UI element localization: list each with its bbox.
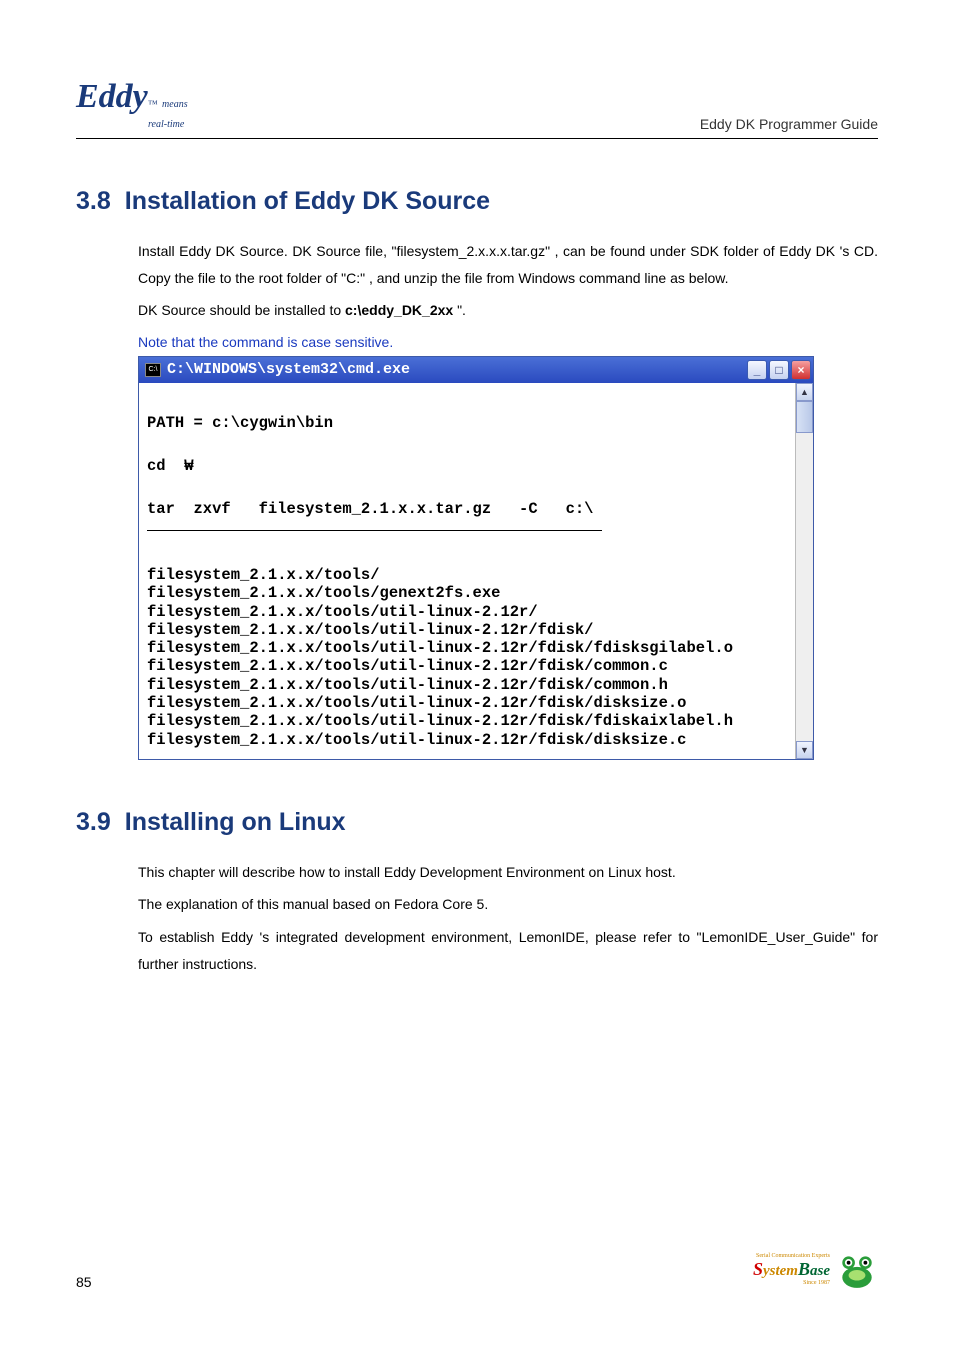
page-number: 85 — [76, 1274, 92, 1290]
out-line: filesystem_2.1.x.x/tools/util-linux-2.12… — [147, 731, 787, 749]
scroll-track[interactable] — [796, 433, 813, 741]
cmd-line: cd ₩ — [147, 454, 787, 479]
paragraph: The explanation of this manual based on … — [138, 891, 878, 918]
page-header: Eddy™ means real-time Eddy DK Programmer… — [76, 80, 878, 139]
scroll-down-icon[interactable]: ▼ — [796, 741, 813, 759]
guide-title: Eddy DK Programmer Guide — [700, 116, 878, 132]
scroll-thumb[interactable] — [796, 401, 813, 433]
out-line: filesystem_2.1.x.x/tools/ — [147, 566, 787, 584]
footer: 85 Serial Communication Experts SystemBa… — [76, 1248, 878, 1290]
close-button[interactable]: × — [791, 360, 811, 380]
cmd-output: filesystem_2.1.x.x/tools/filesystem_2.1.… — [147, 544, 787, 749]
scroll-up-icon[interactable]: ▲ — [796, 383, 813, 401]
paragraph: DK Source should be installed to c:\eddy… — [138, 297, 878, 324]
logo-main: Eddy — [76, 78, 148, 115]
titlebar: C:\ C:\WINDOWS\system32\cmd.exe _ □ × — [139, 357, 813, 383]
heading-num: 3.9 — [76, 808, 111, 836]
cmd-line: tar zxvf filesystem_2.1.x.x.tar.gz -C c:… — [147, 497, 787, 522]
frog-icon — [836, 1248, 878, 1290]
cmd-content: PATH = c:\cygwin\bin cd ₩ tar zxvf files… — [139, 383, 795, 759]
out-line: filesystem_2.1.x.x/tools/genext2fs.exe — [147, 584, 787, 602]
paragraph: Install Eddy DK Source. DK Source file, … — [138, 238, 878, 291]
paragraph: To establish Eddy 's integrated developm… — [138, 924, 878, 977]
logo-sub1: means — [162, 99, 188, 110]
heading-3-9: 3.9 Installing on Linux — [76, 808, 878, 837]
heading-3-8: 3.8 Installation of Eddy DK Source — [76, 187, 878, 216]
heading-text: Installation of Eddy DK Source — [125, 187, 490, 215]
cmd-window: C:\ C:\WINDOWS\system32\cmd.exe _ □ × PA… — [138, 356, 814, 760]
systembase-logo: Serial Communication Experts SystemBase … — [753, 1248, 878, 1290]
brand-tag: Serial Communication Experts — [753, 1253, 830, 1259]
logo-tm: ™ — [148, 99, 158, 110]
out-line: filesystem_2.1.x.x/tools/util-linux-2.12… — [147, 712, 787, 730]
titlebar-text: C:\WINDOWS\system32\cmd.exe — [167, 361, 747, 378]
minimize-button[interactable]: _ — [747, 360, 767, 380]
out-line: filesystem_2.1.x.x/tools/util-linux-2.12… — [147, 603, 787, 621]
separator — [147, 530, 602, 531]
maximize-button[interactable]: □ — [769, 360, 789, 380]
note: Note that the command is case sensitive. — [138, 334, 878, 350]
out-line: filesystem_2.1.x.x/tools/util-linux-2.12… — [147, 639, 787, 657]
out-line: filesystem_2.1.x.x/tools/util-linux-2.12… — [147, 694, 787, 712]
cmd-icon: C:\ — [145, 363, 161, 377]
paragraph: This chapter will describe how to instal… — [138, 859, 878, 886]
heading-num: 3.8 — [76, 187, 111, 215]
cmd-line: PATH = c:\cygwin\bin — [147, 411, 787, 436]
out-line: filesystem_2.1.x.x/tools/util-linux-2.12… — [147, 676, 787, 694]
logo: Eddy™ means real-time — [76, 80, 188, 132]
scrollbar[interactable]: ▲ ▼ — [795, 383, 813, 759]
brand-since: Since 1987 — [753, 1280, 830, 1286]
heading-text: Installing on Linux — [125, 808, 346, 836]
out-line: filesystem_2.1.x.x/tools/util-linux-2.12… — [147, 657, 787, 675]
logo-sub2: real-time — [148, 119, 184, 130]
out-line: filesystem_2.1.x.x/tools/util-linux-2.12… — [147, 621, 787, 639]
